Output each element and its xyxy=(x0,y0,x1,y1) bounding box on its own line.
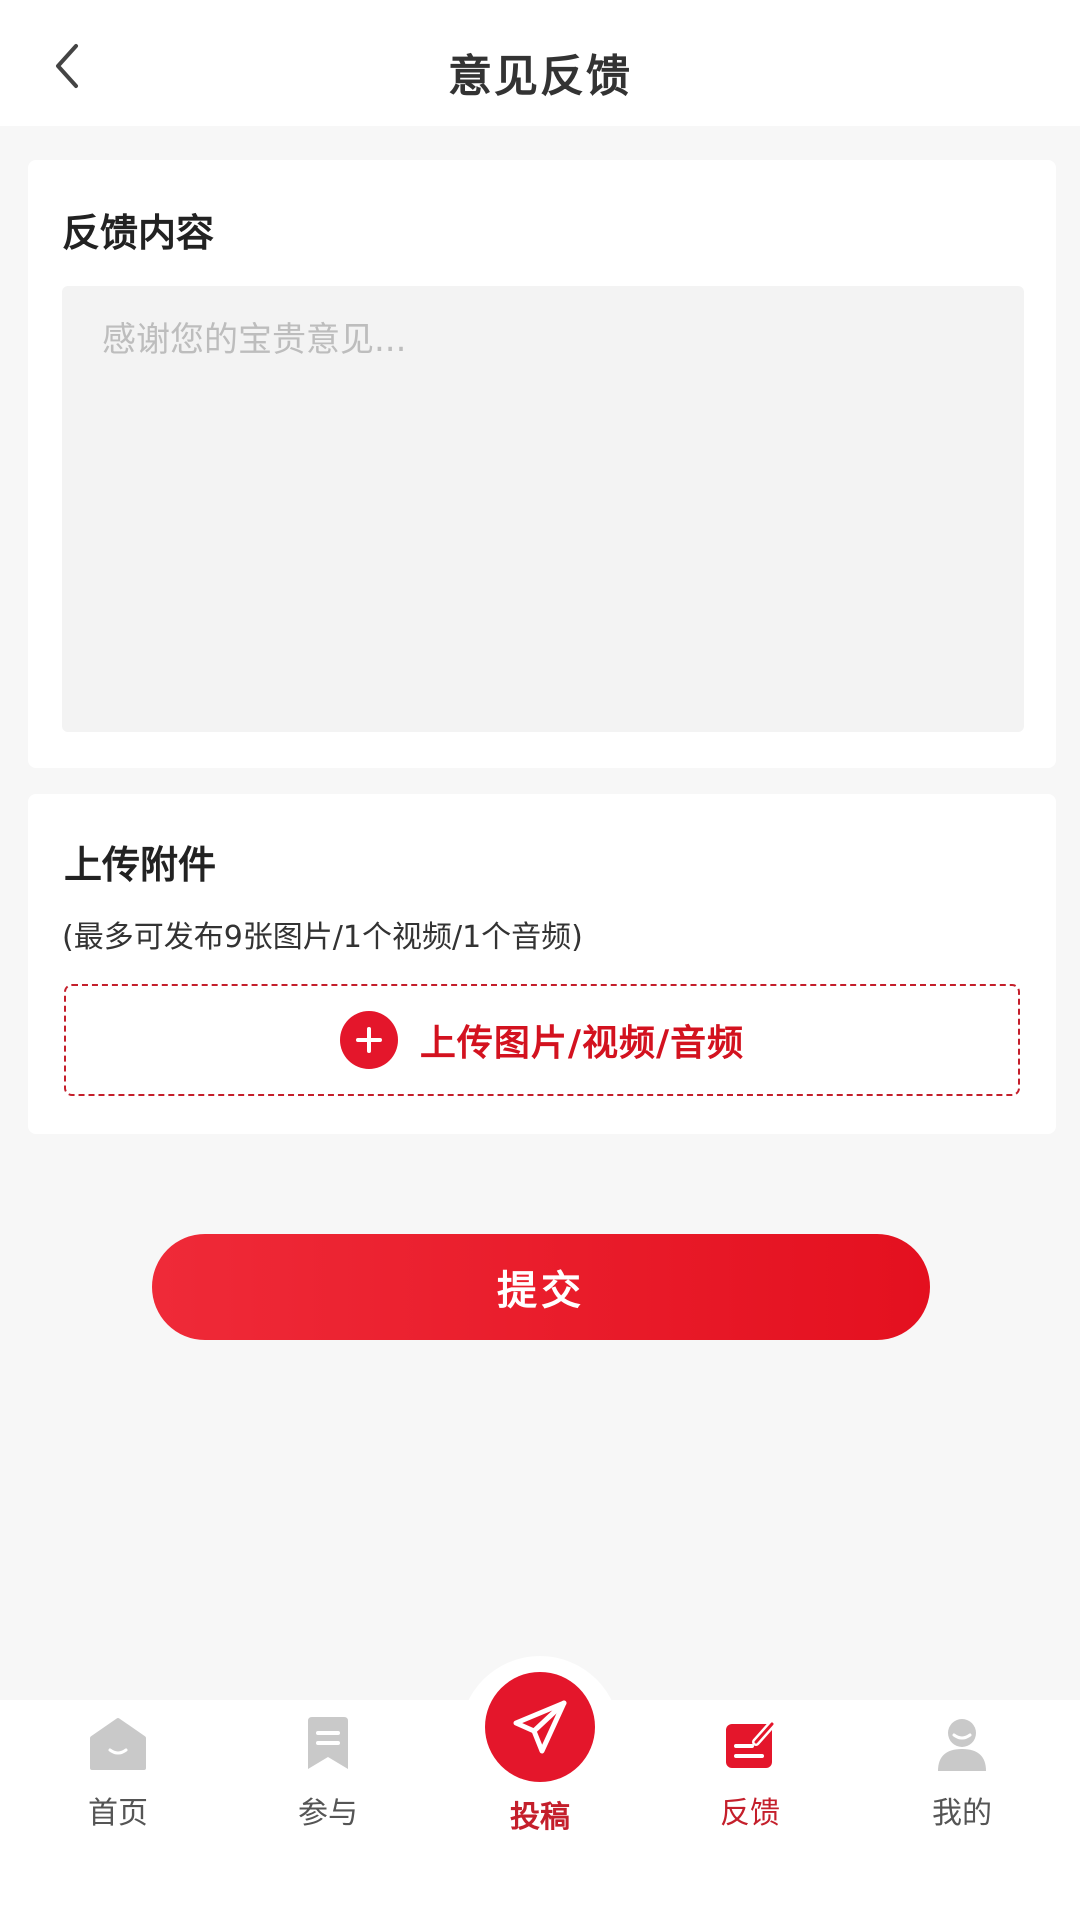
tab-feedback[interactable]: 反馈 xyxy=(670,1712,830,1832)
feedback-edit-icon xyxy=(718,1712,782,1776)
attachments-section-title: 上传附件 xyxy=(64,843,217,887)
user-icon xyxy=(930,1712,994,1776)
attachments-hint: (最多可发布9张图片/1个视频/1个音频) xyxy=(62,920,583,955)
attachments-card: 上传附件 (最多可发布9张图片/1个视频/1个音频) 上传图片/视频/音频 xyxy=(28,794,1056,1134)
bookmark-icon xyxy=(296,1712,360,1776)
upload-button-label: 上传图片/视频/音频 xyxy=(419,1023,745,1064)
tab-mine-label: 我的 xyxy=(932,1796,992,1831)
page-title: 意见反馈 xyxy=(448,51,632,102)
tab-contribute-label: 投稿 xyxy=(510,1800,570,1835)
tab-mine[interactable]: 我的 xyxy=(882,1712,1042,1832)
feedback-page: 意见反馈 反馈内容 上传附件 (最多可发布9张图片/1个视频/1个音频) 上传图… xyxy=(0,0,1080,1920)
feedback-input[interactable] xyxy=(62,286,1024,732)
feedback-card: 反馈内容 xyxy=(28,160,1056,768)
tab-contribute[interactable]: 投稿 xyxy=(460,1672,620,1836)
home-icon xyxy=(86,1712,150,1776)
plus-circle-icon xyxy=(339,1011,398,1069)
tab-join[interactable]: 参与 xyxy=(248,1712,408,1832)
tab-join-label: 参与 xyxy=(298,1796,358,1831)
submit-button[interactable]: 提交 xyxy=(152,1234,930,1340)
paper-plane-icon xyxy=(485,1672,595,1782)
upload-button[interactable]: 上传图片/视频/音频 xyxy=(64,984,1020,1096)
header: 意见反馈 xyxy=(0,0,1080,126)
feedback-section-title: 反馈内容 xyxy=(62,211,215,255)
tab-home[interactable]: 首页 xyxy=(38,1712,198,1832)
tab-home-label: 首页 xyxy=(88,1796,148,1831)
tab-feedback-label: 反馈 xyxy=(720,1796,780,1831)
